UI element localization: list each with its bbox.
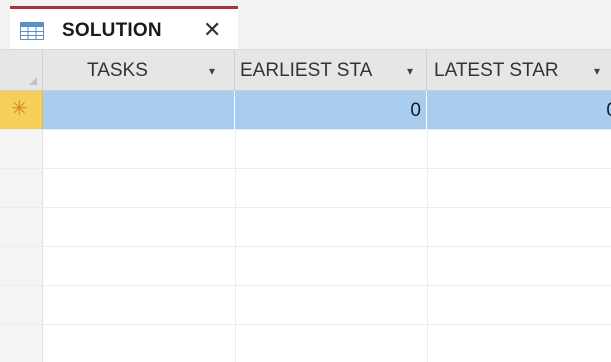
column-header-label: LATEST STAR [434,60,559,81]
tab-solution[interactable]: SOLUTION ✕ [10,6,238,49]
column-header-label: TASKS [87,60,148,81]
tab-strip: SOLUTION ✕ [0,0,611,50]
close-icon[interactable]: ✕ [203,17,221,43]
column-header-earliest-start[interactable]: EARLIEST STA ▾ [235,50,427,90]
new-record-row[interactable]: ✳ 0 0 [0,91,611,129]
chevron-down-icon[interactable]: ▾ [594,50,600,90]
column-header-tasks[interactable]: TASKS ▾ [43,50,235,90]
corner-triangle-icon [29,77,37,85]
grid-line [0,246,611,247]
cell-tasks[interactable] [43,91,235,129]
table-icon [20,22,44,40]
grid-line [0,168,611,169]
grid-line [0,324,611,325]
cell-value: 0 [606,100,611,121]
new-record-icon: ✳ [11,98,28,120]
column-header-label: EARLIEST STA [240,60,373,81]
select-all-corner[interactable] [0,50,43,90]
grid-line [0,207,611,208]
chevron-down-icon[interactable]: ▾ [407,50,413,90]
column-header-latest-start[interactable]: LATEST STAR ▾ [427,50,611,90]
empty-grid-area [0,129,611,362]
record-selector[interactable]: ✳ [0,91,43,129]
grid-line [0,285,611,286]
grid-line [0,129,611,130]
tab-title: SOLUTION [62,20,162,41]
chevron-down-icon[interactable]: ▾ [209,50,215,90]
cell-earliest-start[interactable]: 0 [235,91,427,129]
column-header-row: TASKS ▾ EARLIEST STA ▾ LATEST STAR ▾ [0,50,611,91]
cell-latest-start[interactable]: 0 [427,91,611,129]
